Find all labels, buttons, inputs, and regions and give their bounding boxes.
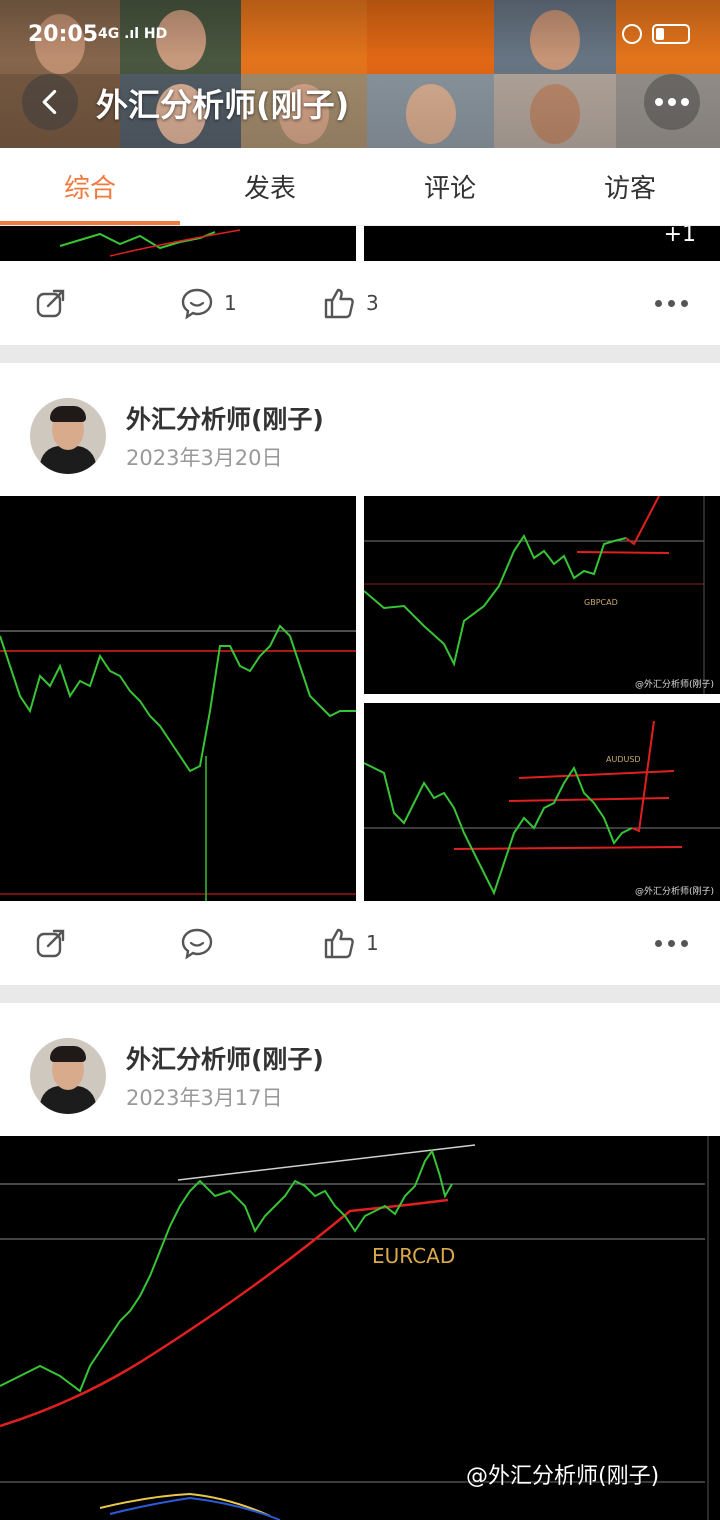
comment-count: 1 [224,291,237,315]
author-avatar[interactable] [30,1038,106,1114]
status-time: 20:05 [28,22,99,47]
status-right-icons [622,24,690,44]
image-watermark: @外汇分析师(刚子) [634,680,714,690]
image-watermark: @外汇分析师(刚子) [466,1464,660,1489]
post-action-bar: 1 3 [0,261,720,345]
back-button[interactable] [22,74,78,130]
tab-comments[interactable]: 评论 [360,148,540,225]
post-action-bar: 1 [0,901,720,985]
post-divider [0,985,720,1003]
tab-visitors[interactable]: 访客 [540,148,720,225]
chart-symbol-label: EURCAD [372,1244,456,1268]
more-dot-icon [655,939,662,947]
battery-icon [652,24,690,44]
post-image[interactable]: EURCAD @外汇分析师(刚子) [0,1136,720,1520]
comment-button[interactable] [180,926,224,960]
post-image[interactable]: GBPCAD @外汇分析师(刚子) [364,496,720,694]
like-button[interactable]: 1 [322,926,379,960]
profile-tabs: 综合 发表 评论 访客 [0,148,720,226]
post-image[interactable] [0,226,356,261]
comment-icon [181,288,213,320]
chart-symbol-label: AUDUSD [606,755,641,764]
tab-posts[interactable]: 发表 [180,148,360,225]
status-network-icons: 4G .ıl HD [98,26,168,42]
more-options-button[interactable] [644,74,700,130]
profile-page: 20:05 4G .ıl HD 外汇分析师(刚子) 综合 发表 评论 访客 +1 [0,0,720,1520]
rotation-lock-icon [622,24,642,44]
post-image[interactable]: AUDUSD @外汇分析师(刚子) [364,703,720,901]
share-button[interactable] [34,926,68,960]
author-name[interactable]: 外汇分析师(刚子) [126,1040,324,1076]
like-count: 1 [366,931,379,955]
comment-icon [181,928,213,960]
chart-symbol-label: GBPCAD [584,598,618,607]
post-divider [0,345,720,363]
more-dot-icon [655,299,662,307]
thumbs-up-icon [324,928,354,959]
post-more-button[interactable] [655,299,688,307]
author-name[interactable]: 外汇分析师(刚子) [126,400,324,436]
image-watermark: @外汇分析师(刚子) [634,887,714,897]
author-avatar[interactable] [30,398,106,474]
share-icon [36,289,65,318]
more-dot-icon [655,98,663,106]
profile-header: 20:05 4G .ıl HD 外汇分析师(刚子) [0,0,720,148]
share-button[interactable] [34,286,68,320]
share-icon [36,929,65,958]
post-more-button[interactable] [655,939,688,947]
like-button[interactable]: 3 [322,286,379,320]
header-title: 外汇分析师(刚子) [96,86,350,124]
like-count: 3 [366,291,379,315]
thumbs-up-icon [324,288,354,319]
comment-button[interactable]: 1 [180,286,237,320]
post-image[interactable]: +1 [364,226,720,261]
post-feed: +1 1 3 外汇分析师(刚子) 2023年3月20日 GBPCAD @外汇分析… [0,226,720,1520]
post-image[interactable] [0,496,356,901]
post-date: 2023年3月17日 [126,1086,283,1110]
chevron-left-icon [42,89,57,115]
post-date: 2023年3月20日 [126,446,283,470]
tab-all[interactable]: 综合 [0,148,180,225]
